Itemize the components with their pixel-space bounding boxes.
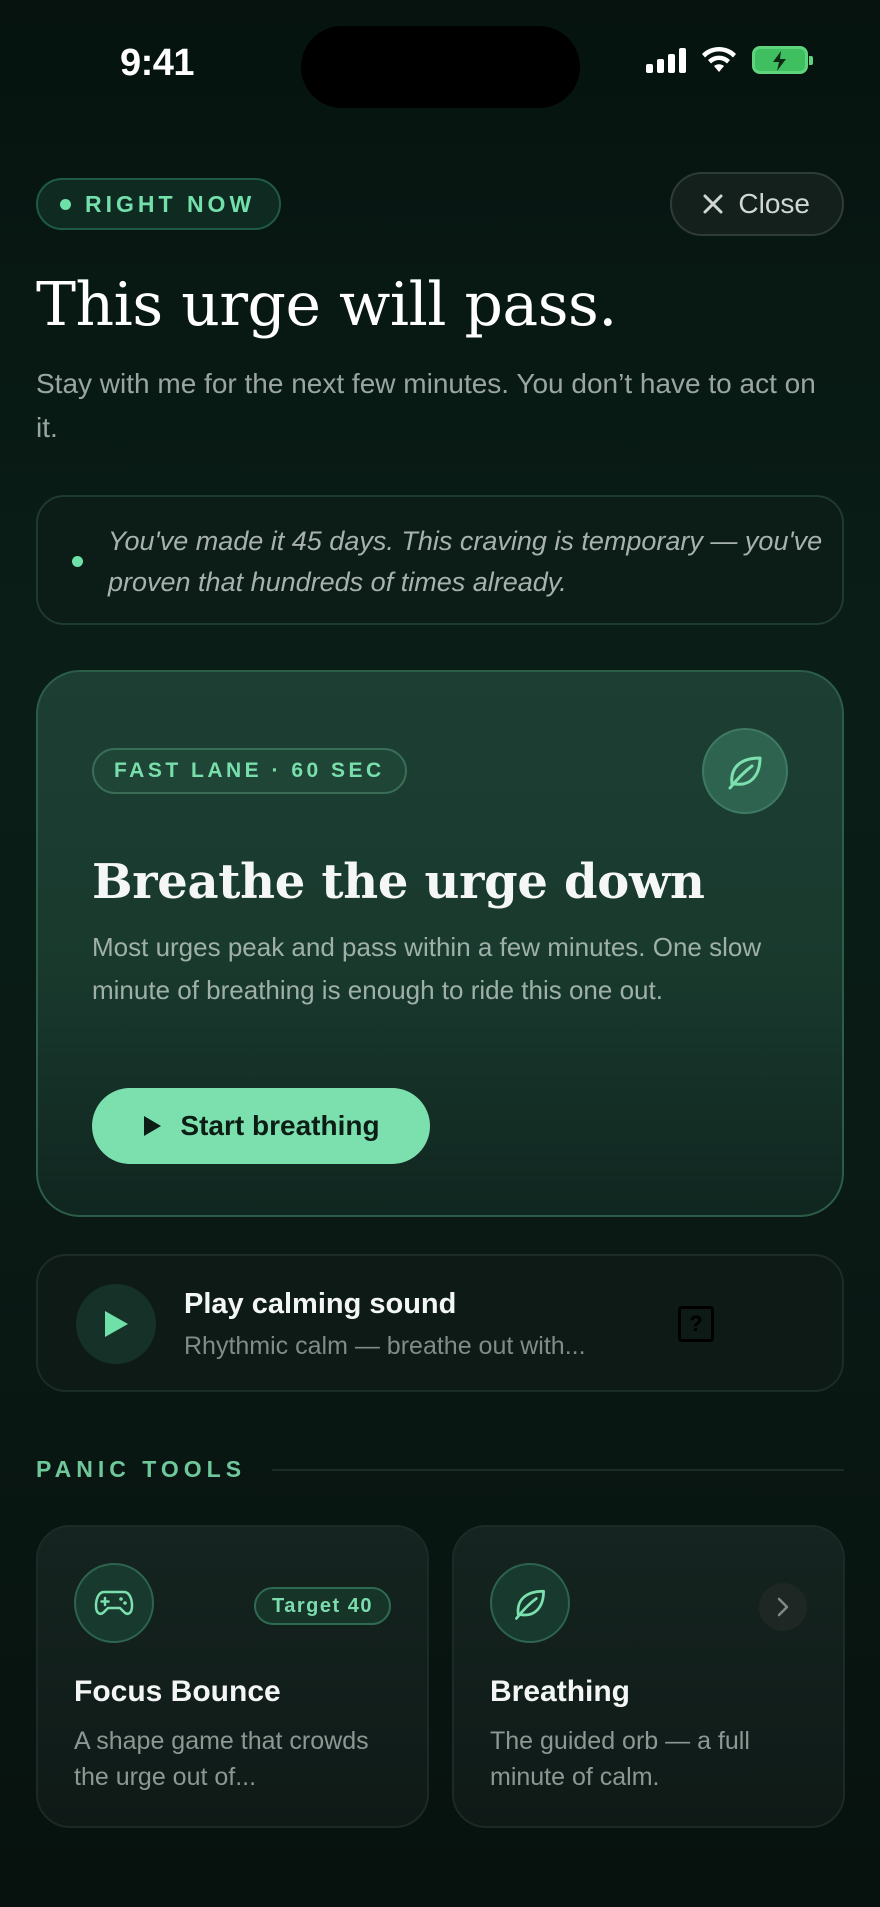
play-sound-button[interactable] [76,1284,156,1364]
tool-description: The guided orb — a full minute of calm. [490,1727,750,1791]
help-icon[interactable]: ? [678,1306,714,1342]
battery-charging-icon [752,46,813,74]
cellular-signal-icon [646,47,686,73]
page-subtitle: Stay with me for the next few minutes. Y… [36,368,816,443]
chevron-right-icon[interactable] [759,1583,807,1631]
fast-lane-description: Most urges peak and pass within a few mi… [92,932,762,1005]
section-divider [272,1468,844,1471]
start-breathing-button[interactable]: Start breathing [92,1088,430,1164]
gamepad-icon [74,1563,154,1643]
close-label: Close [738,188,810,219]
sound-title: Play calming sound [184,1288,457,1320]
encouragement-dot [72,556,83,567]
close-icon [703,194,723,214]
tool-description: A shape game that crowds the urge out of… [74,1727,369,1791]
close-button[interactable]: Close [670,172,844,236]
encouragement-text: You've made it 45 days. This craving is … [108,526,823,597]
play-icon [144,1116,162,1136]
target-badge: Target 40 [254,1587,391,1625]
status-icons [646,46,813,74]
status-bar: 9:41 [0,0,880,130]
page-title: This urge will pass. [36,270,617,340]
right-now-badge: RIGHT NOW [36,178,282,230]
tool-card-focus-bounce[interactable]: Target 40 Focus Bounce A shape game that… [36,1525,429,1828]
right-now-label: RIGHT NOW [85,190,256,217]
panic-tools-header: PANIC TOOLS [36,1456,844,1483]
panic-tools-label: PANIC TOOLS [36,1456,247,1482]
start-breathing-label: Start breathing [180,1110,380,1141]
fast-lane-title: Breathe the urge down [92,854,705,910]
wifi-icon [702,46,736,72]
status-dot [60,198,71,210]
fast-lane-badge: FAST LANE · 60 SEC [92,748,407,794]
tool-title: Focus Bounce [74,1675,281,1708]
dynamic-island [301,26,580,108]
encouragement-card: You've made it 45 days. This craving is … [36,495,844,625]
tool-card-breathing[interactable]: Breathing The guided orb — a full minute… [452,1525,845,1828]
leaf-icon [702,728,788,814]
tool-title: Breathing [490,1675,631,1708]
status-time: 9:41 [120,42,195,84]
sound-subtitle: Rhythmic calm — breathe out with... [184,1332,586,1360]
fast-lane-card: FAST LANE · 60 SEC Breathe the urge down… [36,670,844,1217]
play-icon [105,1311,128,1337]
leaf-icon [490,1563,570,1643]
calming-sound-card[interactable]: Play calming sound Rhythmic calm — breat… [36,1254,844,1392]
